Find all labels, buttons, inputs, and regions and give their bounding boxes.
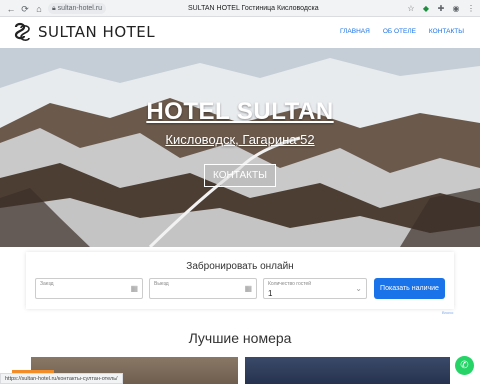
calendar-icon: ▦ bbox=[130, 284, 138, 293]
url-text: sultan-hotel.ru bbox=[57, 5, 103, 12]
main-nav: ГЛАВНАЯ ОБ ОТЕЛЕ КОНТАКТЫ bbox=[340, 28, 464, 35]
hero-address-link[interactable]: Кисловодск, Гагарина 52 bbox=[0, 132, 480, 147]
nav-about[interactable]: ОБ ОТЕЛЕ bbox=[383, 28, 416, 35]
guests-select[interactable]: Количество гостей 1 ⌄ bbox=[263, 278, 367, 299]
site-header: SULTAN HOTEL ГЛАВНАЯ ОБ ОТЕЛЕ КОНТАКТЫ bbox=[0, 17, 480, 48]
logo-text: SULTAN HOTEL bbox=[38, 23, 156, 41]
address-bar[interactable]: 🔒︎ sultan-hotel.ru bbox=[48, 3, 107, 14]
tab-title: SULTAN HOTEL Гостиница Кисловодска bbox=[188, 5, 319, 12]
hero-title: HOTEL SULTAN bbox=[146, 98, 334, 125]
extension-icons: ☆ ◆ ✚ ◉ ⋮ bbox=[406, 2, 476, 15]
shield-icon[interactable]: ◆ bbox=[421, 2, 431, 15]
extension-icon[interactable]: ✚ bbox=[436, 2, 446, 15]
nav-home[interactable]: ГЛАВНАЯ bbox=[340, 28, 370, 35]
room-photo[interactable] bbox=[245, 357, 450, 384]
booking-widget: Забронировать онлайн Заезд ▦ Выезд ▦ Кол… bbox=[26, 252, 454, 309]
calendar-icon: ▦ bbox=[244, 284, 252, 293]
logo-mark-icon bbox=[14, 22, 30, 41]
booking-title: Забронировать онлайн bbox=[186, 261, 294, 272]
profile-icon[interactable]: ◉ bbox=[451, 2, 461, 15]
checkout-field[interactable]: Выезд ▦ bbox=[149, 278, 257, 299]
mountain-background bbox=[0, 48, 480, 247]
rooms-heading: Лучшие номера bbox=[188, 330, 292, 346]
guests-value: 1 bbox=[268, 289, 273, 298]
back-arrow-icon[interactable]: ← bbox=[4, 2, 18, 16]
booking-provider-link[interactable]: Bnovo bbox=[442, 310, 453, 315]
hero-banner: HOTEL SULTAN Кисловодск, Гагарина 52 КОН… bbox=[0, 48, 480, 247]
hero-contacts-button[interactable]: КОНТАКТЫ bbox=[204, 164, 276, 187]
whatsapp-icon[interactable]: ✆ bbox=[455, 356, 474, 375]
reload-icon[interactable]: ⟳ bbox=[18, 2, 32, 16]
checkout-label: Выезд bbox=[154, 281, 169, 287]
show-availability-button[interactable]: Показать наличие bbox=[374, 278, 445, 299]
checkin-field[interactable]: Заезд ▦ bbox=[35, 278, 143, 299]
nav-contacts[interactable]: КОНТАКТЫ bbox=[429, 28, 464, 35]
link-status-bar: https://sultan-hotel.ru/контакты-султан-… bbox=[0, 373, 123, 384]
guests-label: Количество гостей bbox=[268, 281, 312, 287]
home-icon[interactable]: ⌂ bbox=[32, 2, 46, 16]
logo[interactable]: SULTAN HOTEL bbox=[12, 22, 155, 42]
checkin-label: Заезд bbox=[40, 281, 54, 287]
menu-icon[interactable]: ⋮ bbox=[466, 2, 476, 15]
star-icon[interactable]: ☆ bbox=[406, 2, 416, 15]
browser-toolbar: ← ⟳ ⌂ 🔒︎ sultan-hotel.ru SULTAN HOTEL Го… bbox=[0, 0, 480, 17]
chevron-down-icon: ⌄ bbox=[355, 284, 362, 293]
